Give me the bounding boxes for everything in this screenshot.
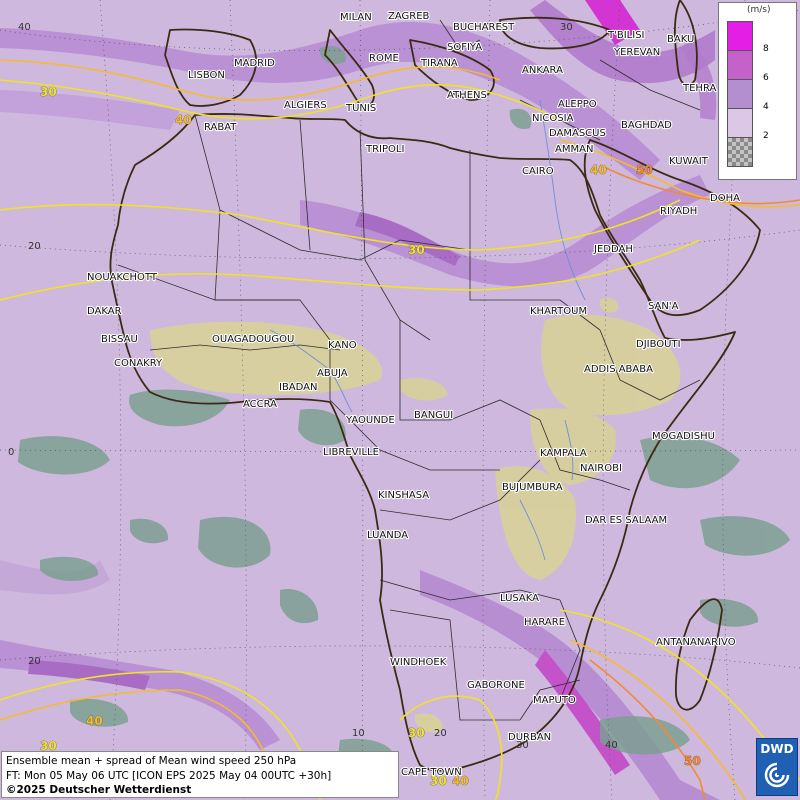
- isotach-label: 50: [636, 163, 653, 177]
- legend-tick: 6: [763, 73, 769, 83]
- city-label: KANO: [328, 340, 357, 351]
- city-label: DOHA: [710, 193, 740, 204]
- isotach-label: 50: [684, 754, 701, 768]
- city-label: TIRANA: [420, 58, 458, 69]
- city-label: DAR ES SALAAM: [585, 515, 667, 526]
- legend-tick: 4: [763, 102, 769, 112]
- isotach-label: 40: [590, 163, 607, 177]
- lon-label: 10: [352, 728, 365, 739]
- city-label: NICOSIA: [532, 113, 574, 124]
- city-label: MAPUTO: [533, 695, 576, 706]
- legend-swatch-3: [727, 79, 753, 109]
- lat-label: 20: [28, 656, 41, 667]
- city-label: LIBREVILLE: [323, 447, 379, 458]
- city-label: KINSHASA: [378, 490, 429, 501]
- city-label: RABAT: [204, 122, 237, 133]
- city-label: KUWAIT: [669, 156, 709, 167]
- city-label: DAKAR: [87, 306, 122, 317]
- info-box: Ensemble mean + spread of Mean wind spee…: [1, 751, 399, 798]
- wind-speed-map: 40 20 20 0 10 20 30 40 30 20 30 40 30 40…: [0, 0, 800, 800]
- city-label: T'BILISI: [607, 30, 644, 41]
- city-label: GABORONE: [467, 680, 525, 691]
- city-label: CONAKRY: [114, 358, 163, 369]
- city-label: ALEPPO: [558, 99, 597, 110]
- city-label: OUAGADOUGOU: [212, 334, 294, 345]
- map-canvas: 40 20 20 0 10 20 30 40 30 20 30 40 30 40…: [0, 0, 800, 800]
- city-label: AMMAN: [555, 144, 593, 155]
- isotach-label: 40: [175, 113, 192, 127]
- legend-swatch-2: [727, 50, 753, 80]
- lon-label: 40: [605, 740, 618, 751]
- isotach-label: 40: [86, 714, 103, 728]
- city-label: SAN'A: [648, 301, 679, 312]
- city-label: ZAGREB: [388, 11, 430, 22]
- legend-swatch-spread: [727, 137, 753, 167]
- city-label: DURBAN: [508, 732, 551, 743]
- city-label: HARARE: [524, 617, 565, 628]
- city-label: CAIRO: [522, 166, 554, 177]
- city-label: ANKARA: [522, 65, 563, 76]
- city-label: TRIPOLI: [365, 144, 404, 155]
- swirl-icon: [764, 762, 790, 788]
- city-label: IBADAN: [279, 382, 318, 393]
- isotach-label: 30: [40, 85, 57, 99]
- city-label: ANTANANARIVO: [656, 637, 736, 648]
- city-label: MOGADISHU: [652, 431, 715, 442]
- city-label: ABUJA: [317, 368, 348, 379]
- legend-swatch-1: [727, 21, 753, 51]
- city-label: MADRID: [234, 58, 275, 69]
- city-label: YEREVAN: [613, 47, 660, 58]
- city-label: RIYADH: [660, 206, 697, 217]
- city-label: KHARTOUM: [530, 306, 587, 317]
- city-label: ACCRA: [243, 399, 277, 410]
- city-label: ATHENS: [447, 90, 487, 101]
- city-label: LUSAKA: [500, 593, 539, 604]
- forecast-time: FT: Mon 05 May 06 UTC [ICON EPS 2025 May…: [6, 769, 332, 782]
- city-label: TUNIS: [345, 103, 376, 114]
- city-label: BISSAU: [101, 334, 138, 345]
- city-label: ADDIS ABABA: [584, 364, 653, 375]
- city-label: ALGIERS: [284, 100, 327, 111]
- map-title: Ensemble mean + spread of Mean wind spee…: [6, 755, 297, 767]
- city-label: KAMPALA: [540, 448, 587, 459]
- lon-label: 30: [560, 22, 573, 33]
- city-label: YAOUNDE: [345, 415, 395, 426]
- isotach-label: 30: [408, 243, 425, 257]
- city-label: CAPE TOWN: [401, 767, 462, 778]
- city-label: WINDHOEK: [390, 657, 447, 668]
- city-label: ROME: [369, 53, 399, 64]
- city-label: BANGUI: [414, 410, 453, 421]
- lon-label: 20: [434, 728, 447, 739]
- city-label: TEHRA: [682, 83, 716, 94]
- city-label: BUJUMBURA: [502, 482, 563, 493]
- lat-label: 20: [28, 241, 41, 252]
- legend-tick: 2: [763, 131, 769, 141]
- city-label: NAIROBI: [580, 463, 622, 474]
- legend-swatch-4: [727, 108, 753, 138]
- isotach-label: 30: [408, 726, 425, 740]
- city-label: BUCHAREST: [453, 22, 515, 33]
- city-label: MILAN: [340, 12, 372, 23]
- city-label: DJIBOUTI: [636, 339, 681, 350]
- lat-label: 0: [8, 447, 14, 458]
- city-label: NOUAKCHOTT: [87, 272, 158, 283]
- city-label: DAMASCUS: [549, 128, 606, 139]
- city-label: LISBON: [188, 70, 225, 81]
- legend-tick: 8: [763, 44, 769, 54]
- lat-label: 40: [18, 22, 31, 33]
- legend-unit: (m/s): [747, 5, 771, 15]
- city-label: BAGHDAD: [621, 120, 672, 131]
- dwd-logo-text: DWD: [760, 742, 794, 756]
- copyright: ©2025 Deutscher Wetterdienst: [6, 784, 192, 796]
- legend: (m/s) 8 6 4 2: [718, 2, 797, 180]
- city-label: BAKU: [667, 34, 694, 45]
- city-label: JEDDAH: [593, 244, 633, 255]
- city-label: SOFIYA: [447, 42, 482, 53]
- dwd-logo: DWD: [756, 738, 798, 796]
- city-label: LUANDA: [367, 530, 408, 541]
